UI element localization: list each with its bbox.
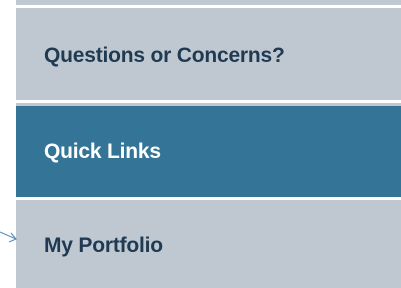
arrow-pointer-icon <box>0 231 17 243</box>
menu-item-label: Questions or Concerns? <box>44 43 285 67</box>
menu-item-quick-links[interactable]: Quick Links <box>16 106 401 200</box>
menu-item-questions-or-concerns[interactable]: Questions or Concerns? <box>16 11 401 103</box>
menu-item-partial[interactable] <box>16 0 401 8</box>
menu-item-my-portfolio[interactable]: My Portfolio <box>16 203 401 288</box>
menu-item-label: Quick Links <box>44 139 161 163</box>
sidebar-menu: Questions or Concerns? Quick Links My Po… <box>16 0 401 288</box>
menu-item-label: My Portfolio <box>44 233 163 257</box>
